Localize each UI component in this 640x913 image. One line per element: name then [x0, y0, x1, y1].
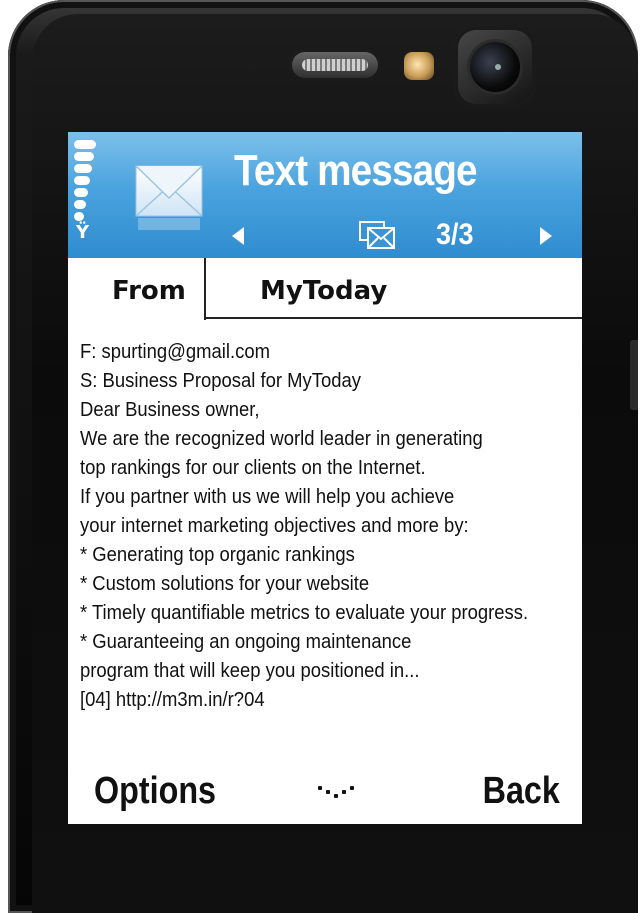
options-softkey[interactable]: Options — [94, 770, 216, 813]
message-line: If you partner with us we will help you … — [80, 485, 455, 508]
sender-row: From MyToday — [68, 258, 582, 320]
multi-message-icon — [359, 221, 395, 249]
message-line: program that will keep you positioned in… — [80, 659, 420, 682]
camera-lens-glint — [495, 64, 501, 70]
message-line: Dear Business owner, — [80, 398, 260, 421]
light-sensor — [404, 52, 434, 80]
previous-message-arrow-icon[interactable] — [232, 227, 244, 245]
message-line: * Generating top organic rankings — [80, 543, 355, 566]
message-line: S: Business Proposal for MyToday — [80, 369, 361, 392]
message-line: your internet marketing objectives and m… — [80, 514, 469, 537]
message-line: * Guaranteeing an ongoing maintenance — [80, 630, 412, 653]
antenna-icon: Ÿ — [76, 222, 90, 243]
message-line: * Timely quantifiable metrics to evaluat… — [80, 601, 529, 624]
message-body[interactable]: F: spurting@gmail.com S: Business Propos… — [80, 337, 580, 714]
from-label: From — [112, 276, 186, 306]
message-line: F: spurting@gmail.com — [80, 340, 270, 363]
message-line: top rankings for our clients on the Inte… — [80, 456, 426, 479]
message-line: * Custom solutions for your website — [80, 572, 370, 595]
message-counter: 3/3 — [436, 218, 474, 251]
next-message-arrow-icon[interactable] — [540, 227, 552, 245]
earpiece-speaker — [290, 50, 380, 80]
from-divider — [204, 258, 206, 320]
back-softkey[interactable]: Back — [483, 770, 560, 813]
envelope-icon — [135, 165, 203, 230]
page-title: Text message — [234, 146, 478, 195]
message-line: We are the recognized world leader in ge… — [80, 427, 483, 450]
from-underline — [204, 317, 582, 319]
softkey-bar: Options Back — [68, 764, 582, 824]
phone-screen: Ÿ Text message 3/3 From MyToday F: spurt… — [68, 132, 582, 824]
menu-dots-icon[interactable] — [316, 782, 356, 806]
sender-name: MyToday — [260, 276, 388, 306]
side-key[interactable] — [630, 340, 638, 410]
message-header: Ÿ Text message 3/3 — [68, 132, 582, 258]
message-link-line[interactable]: [04] http://m3m.in/r?04 — [80, 685, 530, 714]
